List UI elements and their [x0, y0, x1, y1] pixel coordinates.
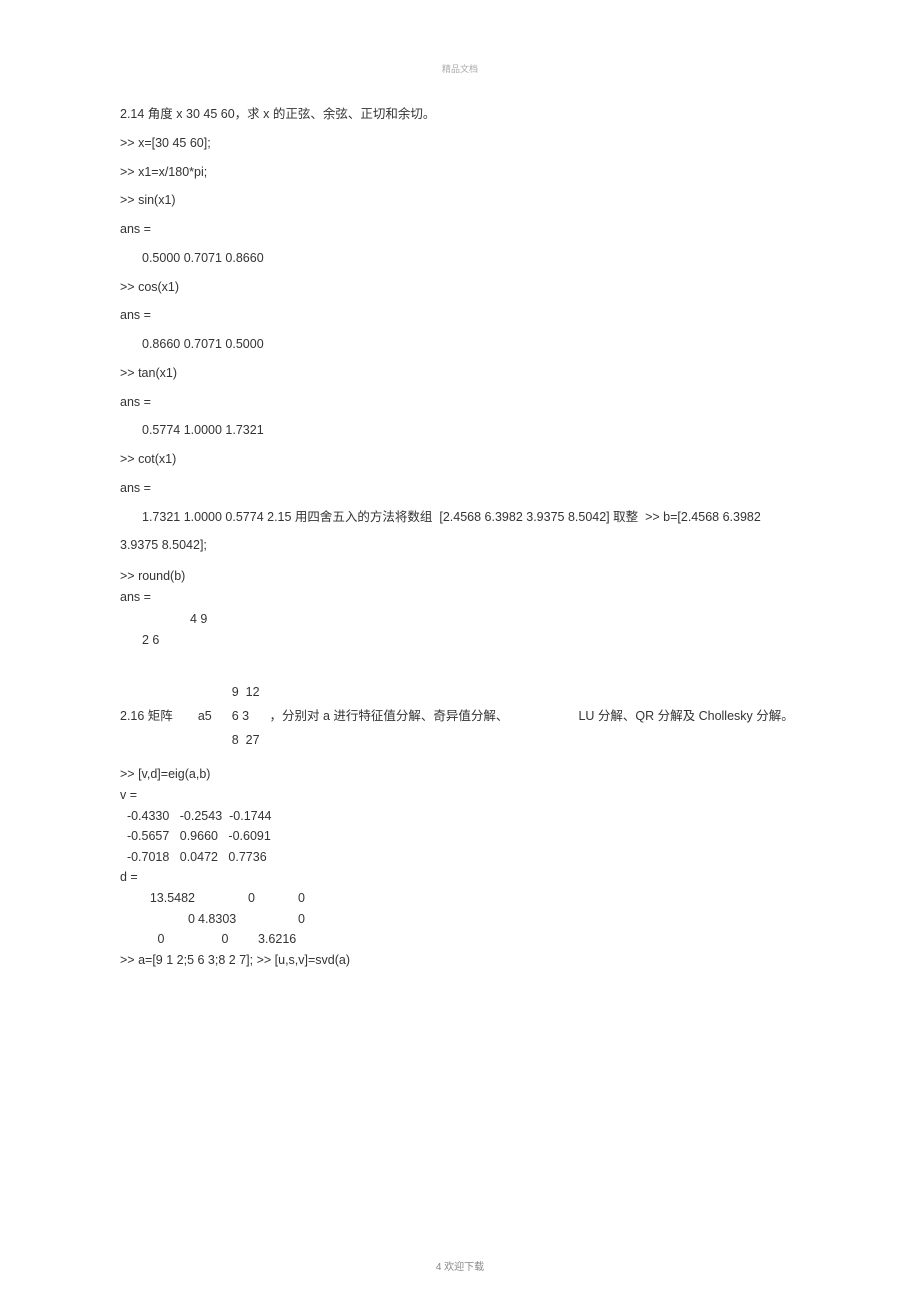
output-values: 2 6 — [120, 630, 820, 651]
text-line: 2.14 角度 x 30 45 60，求 x 的正弦、余弦、正切和余切。 — [120, 100, 820, 129]
output-values: -0.4330 -0.2543 -0.1744 — [120, 806, 820, 827]
code-line: >> cot(x1) — [120, 445, 820, 474]
code-line: >> [v,d]=eig(a,b) — [120, 764, 820, 785]
output-values: -0.5657 0.9660 -0.6091 — [120, 826, 820, 847]
d-value: 0 — [120, 909, 195, 930]
d-value: 13.5482 — [120, 888, 195, 909]
matrix-row-3: 8 27 — [232, 733, 260, 747]
d-value: 4.8303 — [195, 909, 255, 930]
matrix-name: a5 — [183, 702, 232, 731]
code-line: >> x=[30 45 60]; — [120, 129, 820, 158]
output-values: 3.9375 8.5042]; — [120, 531, 820, 560]
d-value: 0 — [255, 888, 305, 909]
code-line: >> round(b) — [120, 566, 820, 587]
output-values: -0.7018 0.0472 0.7736 — [120, 847, 820, 868]
output-line: ans = — [120, 587, 820, 608]
matrix-row: 2.16 矩阵 a5 9 12 6 3 8 27 ，分别对 a 进行特征值分解、… — [120, 681, 820, 752]
d-value: 0 — [195, 888, 255, 909]
output-line: ans = — [120, 215, 820, 244]
d-value: 3.6216 — [255, 929, 305, 950]
round-block: >> round(b) ans = 4 9 2 6 — [120, 566, 820, 651]
d-matrix-row: 13.5482 0 0 — [120, 888, 820, 909]
code-line: >> x1=x/180*pi; — [120, 158, 820, 187]
output-values: 1.7321 1.0000 0.5774 2.15 用四舍五入的方法将数组 [2… — [120, 503, 820, 532]
output-line: ans = — [120, 388, 820, 417]
output-line: d = — [120, 867, 820, 888]
output-values: 0.5774 1.0000 1.7321 — [120, 416, 820, 445]
code-line: >> a=[9 1 2;5 6 3;8 2 7]; >> [u,s,v]=svd… — [120, 950, 820, 971]
code-line: >> tan(x1) — [120, 359, 820, 388]
page-footer: 4 欢迎下载 — [436, 1258, 484, 1273]
eig-output: >> [v,d]=eig(a,b) v = -0.4330 -0.2543 -0… — [120, 764, 820, 970]
matrix-values: 9 12 6 3 8 27 — [232, 681, 260, 752]
code-line: >> cos(x1) — [120, 273, 820, 302]
text-segment: LU 分解、QR 分解及 Chollesky 分解。 — [508, 702, 793, 731]
output-line: ans = — [120, 301, 820, 330]
output-line: v = — [120, 785, 820, 806]
output-values: 0.5000 0.7071 0.8660 — [120, 244, 820, 273]
d-value: 0 — [195, 929, 255, 950]
output-values: 0.8660 0.7071 0.5000 — [120, 330, 820, 359]
text-segment: ，分别对 a 进行特征值分解、奇异值分解、 — [260, 702, 509, 731]
code-line: >> sin(x1) — [120, 186, 820, 215]
page-header: 精品文档 — [442, 62, 478, 75]
section-216: 2.16 矩阵 a5 9 12 6 3 8 27 ，分别对 a 进行特征值分解、… — [120, 681, 820, 752]
d-matrix-row: 0 0 3.6216 — [120, 929, 820, 950]
d-matrix-row: 0 4.8303 0 — [120, 909, 820, 930]
d-value: 0 — [255, 909, 305, 930]
section-label: 2.16 矩阵 — [120, 702, 183, 731]
d-value: 0 — [120, 929, 195, 950]
document-body: 2.14 角度 x 30 45 60，求 x 的正弦、余弦、正切和余切。 >> … — [120, 100, 820, 971]
matrix-row-2: 6 3 — [232, 709, 249, 723]
output-values: 4 9 — [120, 609, 820, 630]
output-line: ans = — [120, 474, 820, 503]
matrix-row-1: 9 12 — [232, 685, 260, 699]
